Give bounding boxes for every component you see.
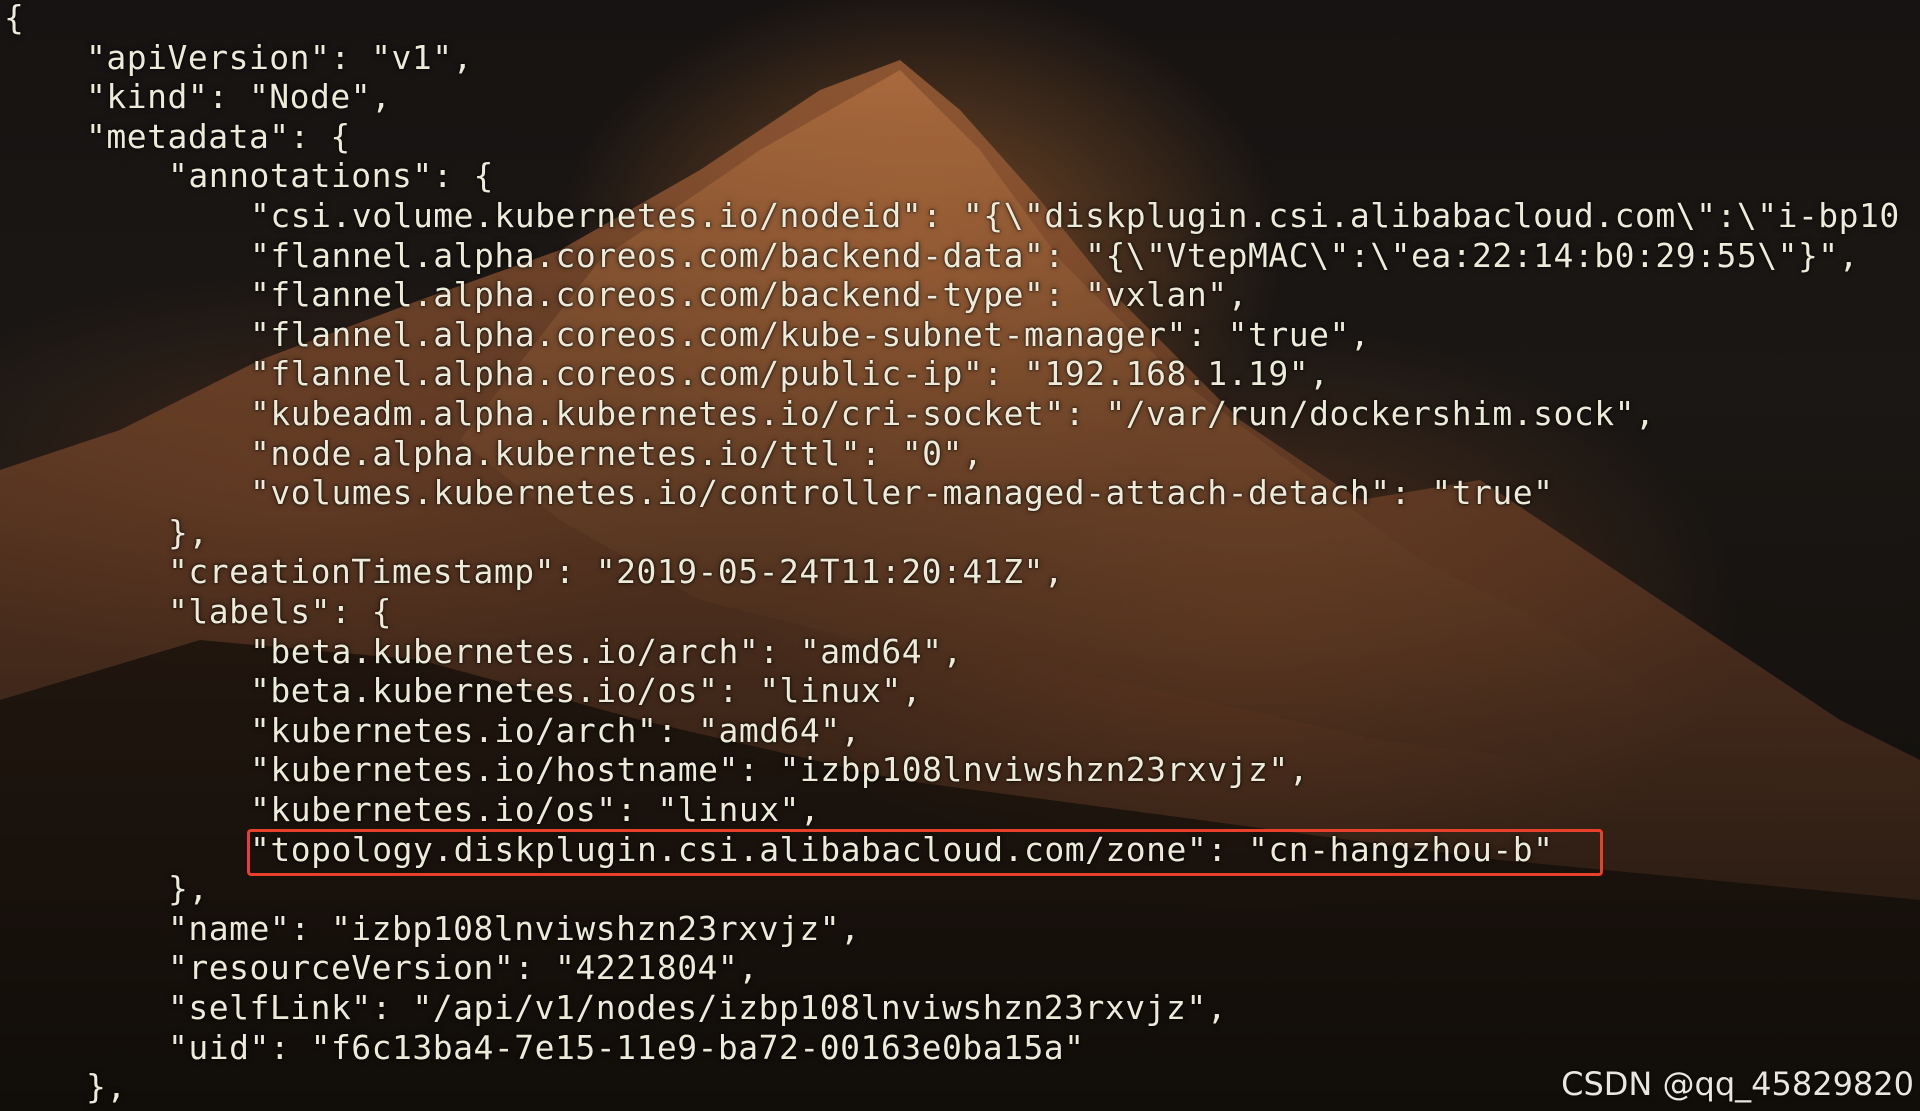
- code-line: },: [168, 869, 209, 909]
- code-line: "metadata": {: [86, 116, 351, 156]
- code-line: "beta.kubernetes.io/arch": "amd64",: [250, 631, 963, 671]
- code-view: { "apiVersion": "v1", "kind": "Node", "meta…: [4, 0, 1920, 1111]
- zone-label-highlight: [247, 829, 1603, 876]
- code-line: "kubernetes.io/arch": "amd64",: [250, 710, 862, 750]
- code-line: "apiVersion": "v1",: [86, 37, 473, 77]
- code-line: "flannel.alpha.coreos.com/backend-data":…: [250, 235, 1860, 275]
- code-line: "beta.kubernetes.io/os": "linux",: [250, 671, 923, 711]
- code-line: "flannel.alpha.coreos.com/backend-type":…: [250, 275, 1249, 315]
- code-line: },: [168, 512, 209, 552]
- code-line: "csi.volume.kubernetes.io/nodeid": "{\"d…: [250, 196, 1900, 235]
- code-line: {: [4, 0, 25, 37]
- watermark: CSDN @qq_45829820: [1561, 1065, 1914, 1103]
- code-line: "node.alpha.kubernetes.io/ttl": "0",: [250, 433, 984, 473]
- code-line: "kubeadm.alpha.kubernetes.io/cri-socket"…: [250, 394, 1656, 433]
- code-line: "kubernetes.io/hostname": "izbp108lnviws…: [250, 750, 1310, 790]
- code-line: "labels": {: [168, 592, 393, 631]
- code-line: "annotations": {: [168, 156, 494, 196]
- code-line: "kind": "Node",: [86, 77, 392, 117]
- code-line: "creationTimestamp": "2019-05-24T11:20:4…: [168, 552, 1065, 592]
- terminal-window: { "apiVersion": "v1", "kind": "Node", "meta…: [0, 0, 1920, 1111]
- code-line: "flannel.alpha.coreos.com/kube-subnet-ma…: [250, 314, 1371, 354]
- code-line: "kubernetes.io/os": "linux",: [250, 790, 821, 829]
- code-line: "flannel.alpha.coreos.com/public-ip": "1…: [250, 354, 1330, 394]
- code-line: "selfLink": "/api/v1/nodes/izbp108lnviws…: [168, 988, 1228, 1027]
- code-line: "volumes.kubernetes.io/controller-manage…: [250, 473, 1554, 513]
- code-line: },: [86, 1067, 127, 1107]
- code-line: "resourceVersion": "4221804",: [168, 948, 759, 988]
- code-line: "name": "izbp108lnviwshzn23rxvjz",: [168, 908, 861, 948]
- code-line: "uid": "f6c13ba4-7e15-11e9-ba72-00163e0b…: [168, 1027, 1085, 1067]
